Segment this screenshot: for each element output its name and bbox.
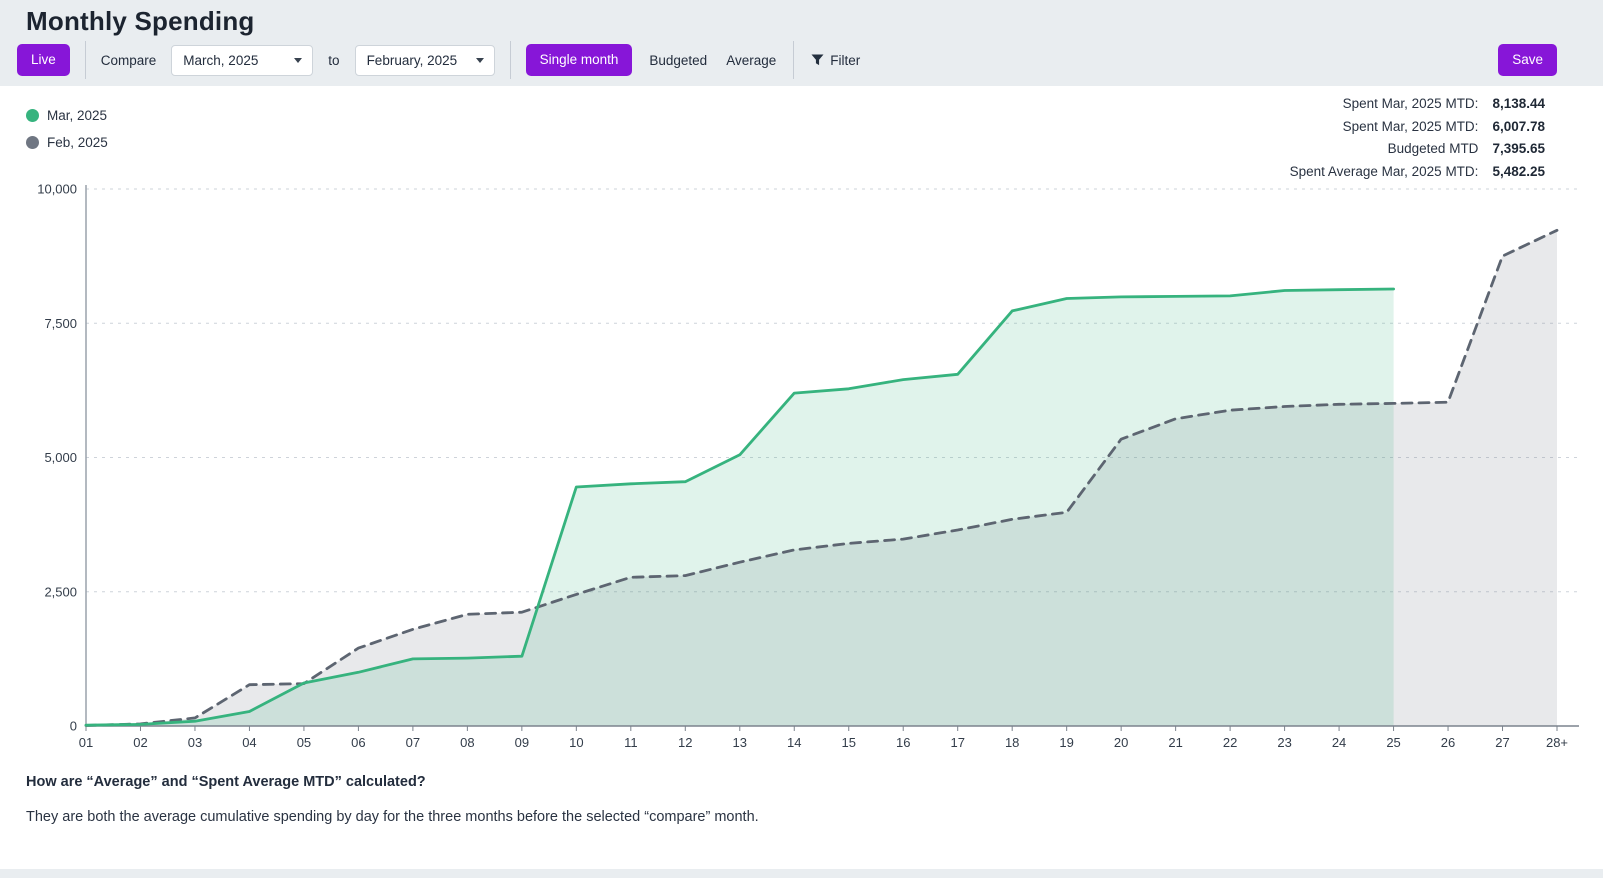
x-axis-tick-label: 28+ [1546, 735, 1568, 750]
y-axis-tick-label: 2,500 [44, 584, 77, 599]
x-axis-tick-label: 11 [624, 735, 638, 750]
chart-svg: 0 2,500 5,000 7,500 10,000 01 02 03 04 05 06 07 08 09… [20, 181, 1583, 761]
filter-button[interactable]: Filter [809, 47, 862, 74]
explainer: How are “Average” and “Spent Average MTD… [26, 774, 1426, 825]
x-axis-tick-label: 09 [515, 735, 529, 750]
compare-from-value: March, 2025 [183, 53, 258, 68]
x-axis-tick-label: 03 [188, 735, 202, 750]
x-axis-tick-label: 10 [569, 735, 583, 750]
x-axis-tick-label: 05 [297, 735, 311, 750]
single-month-button[interactable]: Single month [526, 44, 633, 76]
x-axis-tick-label: 15 [842, 735, 856, 750]
legend-item[interactable]: Feb, 2025 [26, 135, 108, 150]
toolbar-divider [510, 41, 511, 79]
chart-legend: Mar, 2025 Feb, 2025 [26, 108, 108, 162]
x-axis-tick-label: 06 [351, 735, 365, 750]
save-button[interactable]: Save [1498, 44, 1557, 76]
filter-label: Filter [830, 53, 860, 68]
stat-label: Spent Mar, 2025 MTD: [1343, 119, 1479, 134]
legend-swatch [26, 136, 39, 149]
spending-chart[interactable]: 0 2,500 5,000 7,500 10,000 01 02 03 04 05 06 07 08 09… [20, 181, 1583, 761]
compare-from-select[interactable]: March, 2025 [171, 45, 313, 76]
page-title: Monthly Spending [0, 0, 1603, 37]
stat-label: Spent Average Mar, 2025 MTD: [1290, 164, 1479, 179]
legend-label: Feb, 2025 [47, 135, 108, 150]
average-button[interactable]: Average [724, 47, 778, 74]
y-axis-tick-label: 0 [70, 719, 77, 734]
y-axis-tick-label: 7,500 [44, 316, 77, 331]
to-label: to [328, 53, 339, 68]
legend-item[interactable]: Mar, 2025 [26, 108, 108, 123]
compare-label: Compare [101, 53, 157, 68]
x-axis-tick-label: 21 [1168, 735, 1182, 750]
explainer-answer: They are both the average cumulative spe… [26, 809, 1426, 825]
y-axis-tick-label: 10,000 [37, 182, 77, 197]
x-axis-tick-label: 17 [950, 735, 964, 750]
stat-label: Budgeted MTD [1388, 141, 1479, 156]
x-axis-tick-label: 23 [1277, 735, 1291, 750]
funnel-filter-icon [811, 54, 824, 66]
legend-swatch [26, 109, 39, 122]
compare-to-value: February, 2025 [367, 53, 458, 68]
toolbar: Live Compare March, 2025 to February, 20… [0, 37, 1603, 83]
x-axis-tick-label: 16 [896, 735, 910, 750]
x-axis-tick-label: 27 [1495, 735, 1509, 750]
stat-value: 5,482.25 [1492, 164, 1545, 179]
x-axis-tick-label: 24 [1332, 735, 1346, 750]
chevron-down-icon [294, 58, 302, 63]
stat-value: 8,138.44 [1492, 96, 1545, 111]
chart-card: Mar, 2025 Feb, 2025 Spent Mar, 2025 MTD: 8… [0, 86, 1603, 869]
x-axis-tick-label: 02 [133, 735, 147, 750]
mtd-stats-panel: Spent Mar, 2025 MTD: 8,138.44 Spent Mar, 2… [1290, 96, 1545, 179]
mar-area-fill [86, 289, 1394, 726]
live-button[interactable]: Live [17, 44, 70, 76]
budgeted-button[interactable]: Budgeted [647, 47, 709, 74]
x-axis-tick-label: 12 [678, 735, 692, 750]
x-axis-tick-label: 01 [79, 735, 93, 750]
toolbar-divider [85, 41, 86, 79]
explainer-question: How are “Average” and “Spent Average MTD… [26, 774, 1426, 790]
x-axis-tick-label: 19 [1059, 735, 1073, 750]
stat-value: 6,007.78 [1492, 119, 1545, 134]
compare-to-select[interactable]: February, 2025 [355, 45, 495, 76]
x-axis-tick-label: 07 [406, 735, 420, 750]
y-axis-tick-label: 5,000 [44, 450, 77, 465]
stat-value: 7,395.65 [1492, 141, 1545, 156]
legend-label: Mar, 2025 [47, 108, 107, 123]
x-axis-tick-label: 18 [1005, 735, 1019, 750]
stat-label: Spent Mar, 2025 MTD: [1343, 96, 1479, 111]
x-axis-tick-label: 20 [1114, 735, 1128, 750]
x-axis-tick-label: 13 [733, 735, 747, 750]
x-axis-tick-label: 04 [242, 735, 256, 750]
toolbar-divider [793, 41, 794, 79]
x-axis-tick-label: 26 [1441, 735, 1455, 750]
x-axis-tick-label: 14 [787, 735, 801, 750]
x-axis-tick-label: 25 [1386, 735, 1400, 750]
chevron-down-icon [476, 58, 484, 63]
x-axis-tick-label: 22 [1223, 735, 1237, 750]
x-axis-tick-label: 08 [460, 735, 474, 750]
